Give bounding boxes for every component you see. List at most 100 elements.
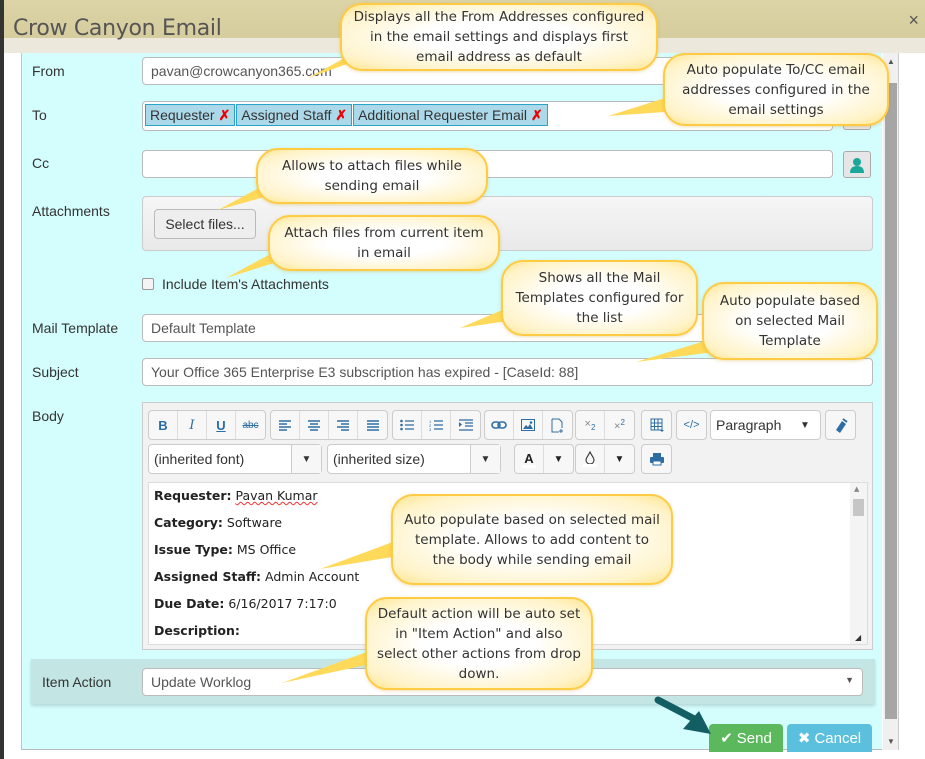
body-scrollbar-thumb[interactable]	[853, 499, 864, 516]
include-attachments-checkbox[interactable]	[142, 278, 154, 290]
superscript-icon: ×2	[614, 417, 625, 433]
format-select[interactable]: Paragraph ▼	[710, 410, 821, 440]
to-tag-assigned-staff: Assigned Staff ✗	[236, 104, 353, 126]
cc-label: Cc	[32, 155, 50, 171]
view-html-button[interactable]: </>	[677, 411, 706, 439]
script-group: ×2 ×2	[575, 410, 635, 440]
attachments-dropzone[interactable]: Select files...	[142, 196, 873, 251]
callout-to-cc: Auto populate To/CC email addresses conf…	[663, 53, 889, 126]
body-line-description: Description:	[154, 623, 240, 638]
subscript-icon: ×2	[584, 417, 596, 433]
insert-table-button[interactable]	[642, 411, 671, 439]
scrollbar-thumb[interactable]	[885, 83, 897, 719]
underline-button[interactable]: U	[207, 411, 236, 439]
subject-input[interactable]: Your Office 365 Enterprise E3 subscripti…	[142, 358, 873, 386]
color-swatch	[522, 464, 536, 468]
callout-from: Displays all the From Addresses configur…	[340, 3, 658, 71]
indent-icon	[458, 419, 473, 431]
insert-group	[484, 410, 573, 440]
item-action-label: Item Action	[42, 674, 112, 690]
chevron-down-icon: ▼	[845, 675, 854, 685]
align-left-button[interactable]	[271, 411, 300, 439]
font-color-button[interactable]: A	[515, 445, 544, 473]
callout-item-action: Default action will be auto set in "Item…	[365, 597, 593, 690]
italic-button[interactable]: I	[178, 411, 207, 439]
align-center-button[interactable]	[300, 411, 329, 439]
body-scrollbar[interactable]: ▲ ◢	[850, 483, 867, 644]
insert-image-button[interactable]	[514, 411, 543, 439]
body-line-category: Category: Software	[154, 515, 283, 530]
resize-handle-icon[interactable]: ◢	[855, 633, 861, 642]
background-color-button[interactable]	[576, 445, 605, 473]
scroll-down-icon[interactable]: ▼	[887, 737, 895, 746]
insert-link-button[interactable]	[485, 411, 514, 439]
close-icon[interactable]: ×	[908, 10, 919, 31]
eraser-icon	[835, 418, 848, 433]
insert-file-button[interactable]	[543, 411, 572, 439]
file-add-icon	[551, 418, 563, 433]
superscript-button[interactable]: ×2	[605, 411, 634, 439]
callout-subject: Auto populate based on selected Mail Tem…	[702, 282, 878, 360]
droplet-icon	[585, 451, 595, 464]
body-line-requester: Requester: Pavan Kumar	[154, 488, 318, 503]
select-files-button[interactable]: Select files...	[154, 209, 256, 239]
to-label: To	[32, 107, 47, 123]
user-icon	[850, 157, 864, 173]
indent-button[interactable]	[451, 411, 480, 439]
to-tag-requester: Requester ✗	[145, 104, 236, 126]
include-attachments-label[interactable]: Include Item's Attachments	[162, 276, 329, 292]
cc-address-book-button[interactable]	[843, 151, 871, 178]
from-value: pavan@crowcanyon365.com	[151, 63, 332, 79]
chevron-down-icon: ▼	[291, 445, 321, 473]
align-right-button[interactable]	[329, 411, 358, 439]
clean-formatting-button[interactable]	[826, 411, 855, 439]
print-group	[641, 444, 672, 474]
chevron-down-icon: ▼	[800, 419, 810, 431]
scroll-up-icon[interactable]: ▲	[887, 57, 895, 66]
justify-button[interactable]	[358, 411, 387, 439]
to-tag-additional-requester-email: Additional Requester Email ✗	[353, 104, 548, 126]
color-swatch	[583, 464, 597, 467]
include-attachments-row: Include Item's Attachments	[142, 276, 329, 292]
text-style-group: B I U abc	[148, 410, 266, 440]
svg-text:3: 3	[429, 427, 432, 431]
dialog-scrollbar[interactable]: ▲ ▼	[883, 53, 899, 750]
from-label: From	[32, 63, 65, 79]
chevron-down-icon: ▼	[470, 445, 500, 473]
callout-include-attachments: Attach files from current item in email	[268, 215, 500, 271]
font-select[interactable]: (inherited font) ▼	[148, 444, 322, 474]
subscript-button[interactable]: ×2	[576, 411, 605, 439]
clean-group	[825, 410, 856, 440]
size-select[interactable]: (inherited size) ▼	[327, 444, 501, 474]
callout-body: Auto populate based on selected mail tem…	[391, 494, 673, 585]
align-center-icon	[308, 419, 320, 431]
font-color-dropdown[interactable]: ▼	[544, 445, 573, 473]
table-group	[641, 410, 672, 440]
attachments-label: Attachments	[32, 203, 110, 219]
body-line-due-date: Due Date: 6/16/2017 7:17:0	[154, 596, 337, 611]
html-group: </>	[676, 410, 707, 440]
bullet-list-button[interactable]	[393, 411, 422, 439]
align-left-icon	[279, 419, 291, 431]
send-button[interactable]: ✔ Send	[709, 724, 783, 752]
image-icon	[521, 419, 535, 431]
check-icon: ✔	[720, 730, 733, 747]
link-icon	[491, 421, 507, 429]
x-icon: ✖	[797, 730, 811, 747]
background-color-dropdown[interactable]: ▼	[605, 445, 634, 473]
mail-template-label: Mail Template	[32, 320, 119, 336]
numbered-list-button[interactable]: 123	[422, 411, 451, 439]
remove-tag-icon[interactable]: ✗	[531, 107, 543, 123]
strikethrough-button[interactable]: abc	[236, 411, 265, 439]
dialog-title: Crow Canyon Email	[13, 16, 222, 41]
table-icon	[650, 418, 663, 432]
numbered-list-icon: 123	[429, 419, 443, 431]
scroll-up-icon[interactable]: ▲	[854, 485, 859, 493]
remove-tag-icon[interactable]: ✗	[219, 107, 231, 123]
print-button[interactable]	[642, 445, 671, 473]
bold-button[interactable]: B	[149, 411, 178, 439]
body-label: Body	[32, 408, 64, 424]
cancel-button[interactable]: ✖ Cancel	[787, 724, 872, 752]
remove-tag-icon[interactable]: ✗	[335, 107, 347, 123]
print-icon	[649, 453, 664, 466]
